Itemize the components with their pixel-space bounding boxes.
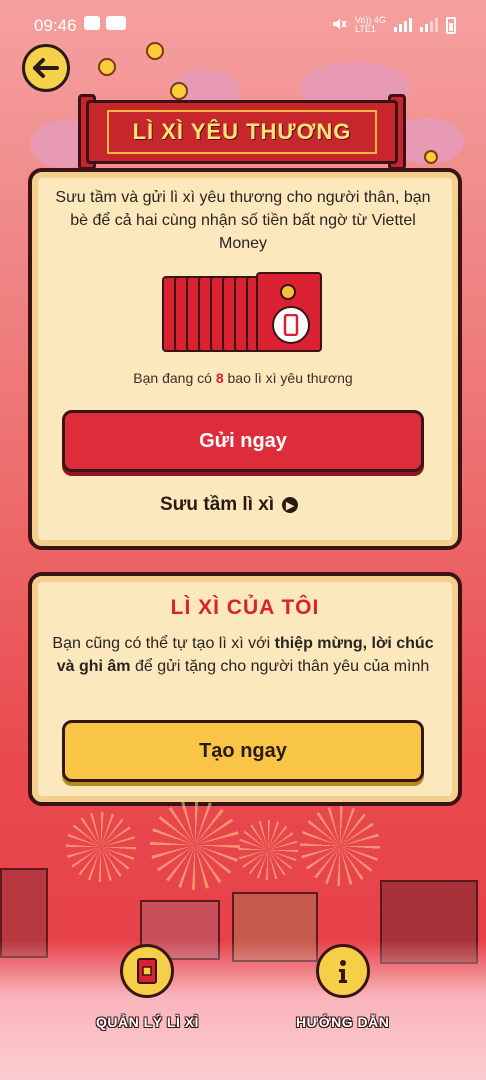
apricot-flower-icon — [170, 82, 188, 100]
manage-lixi-button[interactable]: QUẢN LÝ LÌ XÌ — [96, 944, 199, 1030]
firework-decoration — [238, 820, 298, 880]
red-envelope-stack-icon — [256, 272, 322, 352]
create-now-button[interactable]: Tạo ngay — [62, 720, 424, 782]
arrow-left-icon — [33, 58, 59, 78]
back-button[interactable] — [22, 44, 70, 92]
status-bar: 09:46 Vo)) 4G LTE1 — [0, 0, 486, 52]
signal-2-icon — [420, 18, 438, 32]
envelope-count: Bạn đang có 8 bao lì xì yêu thương — [133, 370, 353, 386]
envelope-stack — [162, 272, 324, 354]
apricot-flower-icon — [146, 42, 164, 60]
notification-icons — [84, 16, 126, 30]
apricot-flower-icon — [98, 58, 116, 76]
envelope-count-value: 8 — [215, 370, 224, 386]
red-envelope-icon — [137, 958, 158, 984]
collect-lixi-link[interactable]: Sưu tầm lì xì ▶ — [160, 494, 299, 516]
my-lixi-title: LÌ XÌ CỦA TÔI — [170, 596, 320, 619]
status-time: 09:46 — [34, 16, 77, 35]
phone-icon — [272, 306, 310, 344]
message-icon — [84, 16, 100, 30]
page-title: LÌ XÌ YÊU THƯƠNG — [132, 119, 352, 144]
title-banner: LÌ XÌ YÊU THƯƠNG — [86, 100, 398, 164]
network-label: Vo)) 4G LTE1 — [354, 15, 386, 34]
info-icon — [338, 960, 347, 983]
coin-icon — [424, 150, 438, 164]
firework-decoration — [150, 800, 240, 890]
signal-icon — [394, 18, 412, 32]
guide-label: HƯỚNG DẪN — [296, 1014, 390, 1030]
status-right: Vo)) 4G LTE1 — [331, 16, 456, 34]
send-now-button[interactable]: Gửi ngay — [62, 410, 424, 472]
chevron-right-icon: ▶ — [282, 497, 299, 513]
app-notification-icon — [106, 16, 126, 30]
mute-icon — [331, 16, 347, 34]
send-description: Sưu tầm và gửi lì xì yêu thương cho ngườ… — [55, 189, 431, 252]
firework-decoration — [300, 806, 380, 886]
my-lixi-description: Bạn cũng có thể tự tạo lì xì với thiệp m… — [52, 635, 434, 675]
firework-decoration — [66, 812, 136, 882]
guide-button[interactable]: HƯỚNG DẪN — [296, 944, 389, 1030]
manage-lixi-label: QUẢN LÝ LÌ XÌ — [96, 1014, 199, 1030]
bottom-fog — [0, 940, 486, 1080]
battery-icon — [446, 16, 456, 34]
